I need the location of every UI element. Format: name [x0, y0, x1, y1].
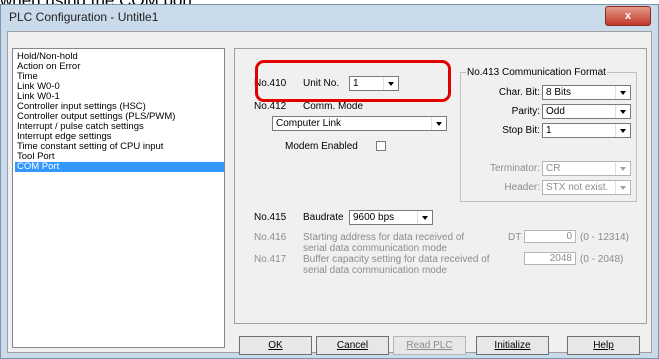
char-bit-value: 8 Bits — [546, 87, 572, 98]
read-plc-button: Read PLC — [393, 336, 466, 355]
chevron-down-icon[interactable] — [615, 124, 630, 137]
terminator-value: CR — [546, 163, 561, 174]
stop-bit-label: Stop Bit: — [502, 125, 540, 136]
tree-item-com-port[interactable]: COM Port — [15, 162, 224, 172]
window-title: PLC Configuration - Untitle1 — [9, 10, 159, 24]
header-value: STX not exist. — [546, 182, 609, 193]
stop-bit-value: 1 — [546, 125, 552, 136]
baudrate-code: No.415 — [254, 212, 287, 223]
header-label: Header: — [504, 182, 540, 193]
baudrate-value: 9600 bps — [353, 212, 395, 223]
char-bit-select[interactable]: 8 Bits — [542, 85, 631, 100]
initialize-button-label: Initialize — [494, 340, 531, 351]
baudrate-label: Baudrate — [303, 212, 344, 223]
help-button-label: Help — [593, 340, 614, 351]
buffer-capacity-input: 2048 — [524, 252, 576, 265]
header-select: STX not exist. — [542, 180, 631, 195]
start-address-range: (0 - 12314) — [580, 232, 629, 243]
chevron-down-icon[interactable] — [615, 86, 630, 99]
terminator-select: CR — [542, 161, 631, 176]
help-button[interactable]: Help — [567, 336, 640, 355]
cancel-button-label: Cancel — [336, 340, 369, 351]
start-address-line1: Starting address for data received of — [303, 232, 465, 243]
title-bar: PLC Configuration - Untitle1 x — [1, 5, 658, 27]
comm-mode-highlight — [255, 60, 451, 102]
chevron-down-icon[interactable] — [615, 105, 630, 118]
comm-format-title: No.413 Communication Format — [466, 67, 607, 78]
parity-select[interactable]: Odd — [542, 104, 631, 119]
modem-enabled-label: Modem Enabled — [285, 141, 358, 152]
parity-value: Odd — [546, 106, 565, 117]
buffer-capacity-line2: serial data communication mode — [303, 265, 447, 276]
close-button[interactable]: x — [605, 6, 651, 26]
buffer-capacity-line1: Buffer capacity setting for data receive… — [303, 254, 490, 265]
comm-mode-value: Computer Link — [276, 118, 342, 129]
start-address-prefix: DT — [508, 232, 522, 243]
comm-mode-label: Comm. Mode — [303, 101, 364, 112]
buffer-capacity-code: No.417 — [254, 254, 287, 265]
chevron-down-icon[interactable] — [417, 211, 432, 224]
plc-configuration-window: PLC Configuration - Untitle1 x Hold/Non-… — [0, 4, 659, 359]
buffer-capacity-range: (0 - 2048) — [580, 254, 624, 265]
comm-mode-code: No.412 — [254, 101, 287, 112]
modem-enabled-checkbox[interactable] — [376, 141, 386, 151]
comm-mode-select[interactable]: Computer Link — [272, 116, 447, 131]
chevron-down-icon — [615, 162, 630, 175]
initialize-button[interactable]: Initialize — [476, 336, 549, 355]
stop-bit-select[interactable]: 1 — [542, 123, 631, 138]
chevron-down-icon[interactable] — [431, 117, 446, 130]
read-plc-button-label: Read PLC — [406, 340, 453, 351]
baudrate-select[interactable]: 9600 bps — [349, 210, 433, 225]
ok-button[interactable]: OK — [239, 336, 312, 355]
start-address-line2: serial data communication mode — [303, 243, 447, 254]
start-address-input: 0 — [524, 230, 576, 243]
settings-tree[interactable]: Hold/Non-hold Action on Error Time Link … — [12, 48, 225, 348]
cancel-button[interactable]: Cancel — [316, 336, 389, 355]
terminator-label: Terminator: — [489, 163, 540, 174]
ok-button-label: OK — [268, 340, 283, 351]
parity-label: Parity: — [511, 106, 540, 117]
chevron-down-icon — [615, 181, 630, 194]
start-address-code: No.416 — [254, 232, 287, 243]
char-bit-label: Char. Bit: — [498, 87, 540, 98]
